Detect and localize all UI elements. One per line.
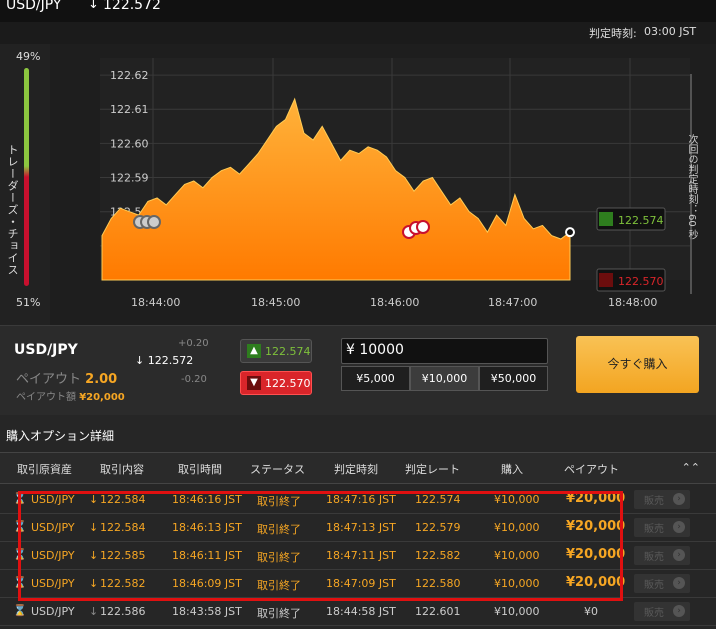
payamt-value: ¥20,000 xyxy=(79,392,125,403)
col-asset: 取引原資産 xyxy=(17,463,72,476)
preset-5000-button[interactable]: ¥5,000 xyxy=(341,366,410,391)
sell-button[interactable]: 販売 › xyxy=(634,518,690,537)
sell-button[interactable]: 販売 › xyxy=(634,602,690,621)
section-title: 購入オプション詳細 xyxy=(6,429,115,443)
chart-panel: 判定時刻: 03:00 JST 49% トレーダーズ・チョイス 51% 122.… xyxy=(0,22,716,325)
payout-value: 2.00 xyxy=(85,372,118,387)
purchase-panel: USD/JPY ペイアウト 2.00 ペイアウト額 ¥20,000 ↓ 122.… xyxy=(0,325,716,415)
asset-pair: USD/JPY xyxy=(6,0,62,13)
collapse-icon[interactable]: ⌃⌃ xyxy=(682,461,700,474)
info-pair: USD/JPY xyxy=(14,342,78,358)
arrow-up-icon: ▲ xyxy=(247,344,261,358)
gauge-top-pct: 49% xyxy=(16,50,41,63)
current-point xyxy=(565,227,575,238)
hourglass-icon: ⌛ xyxy=(13,576,27,589)
x-tick-label: 18:46:00 xyxy=(370,296,419,309)
trade-table: ⌛ USD/JPY ↓ 122.584 18:46:16 JST 取引終了 18… xyxy=(0,486,716,626)
down-arrow-icon: ↓ xyxy=(88,0,99,12)
arrow-up-icon xyxy=(599,212,613,226)
top-bar: USD/JPY ↓ 122.572 xyxy=(0,0,716,22)
table-row: ⌛ USD/JPY ↓ 122.584 18:46:16 JST 取引終了 18… xyxy=(0,486,716,514)
arrow-right-icon: › xyxy=(673,577,685,589)
payamt-label: ペイアウト額 xyxy=(16,392,76,403)
arrow-down-icon: ▼ xyxy=(247,376,261,390)
hourglass-icon: ⌛ xyxy=(13,520,27,533)
col-status: ステータス xyxy=(250,463,305,476)
traders-choice-gauge: 49% トレーダーズ・チョイス 51% xyxy=(0,44,50,325)
high-button[interactable]: ▲ 122.574 xyxy=(240,339,312,363)
price-chart: 122.62122.61122.60122.59122.58122.5718:4… xyxy=(50,44,716,325)
sell-button[interactable]: 販売 › xyxy=(634,546,690,565)
info-current-rate: ↓ 122.572 xyxy=(135,354,193,367)
y-tick-label: 122.61 xyxy=(110,103,149,116)
x-tick-label: 18:44:00 xyxy=(131,296,180,309)
gauge-bar xyxy=(24,68,29,286)
table-row: ⌛ USD/JPY ↓ 122.586 18:43:58 JST 取引終了 18… xyxy=(0,598,716,626)
offset-down: -0.20 xyxy=(181,374,207,385)
table-row: ⌛ USD/JPY ↓ 122.585 18:46:11 JST 取引終了 18… xyxy=(0,542,716,570)
payout-rate: ペイアウト 2.00 xyxy=(16,368,117,387)
hourglass-icon: ⌛ xyxy=(13,492,27,505)
table-row: ⌛ USD/JPY ↓ 122.582 18:46:09 JST 取引終了 18… xyxy=(0,570,716,598)
buy-now-button[interactable]: 今すぐ購入 xyxy=(576,336,699,393)
arrow-right-icon: › xyxy=(673,549,685,561)
sell-button[interactable]: 販売 › xyxy=(634,574,690,593)
down-marker-label: 122.570 xyxy=(618,275,664,288)
col-content: 取引内容 xyxy=(100,463,144,476)
offset-up: +0.20 xyxy=(178,338,209,349)
gauge-label: トレーダーズ・チョイス xyxy=(6,144,19,276)
y-tick-label: 122.60 xyxy=(110,137,149,150)
col-buy: 購入 xyxy=(501,463,523,476)
table-row: ⌛ USD/JPY ↓ 122.584 18:46:13 JST 取引終了 18… xyxy=(0,514,716,542)
up-marker-label: 122.574 xyxy=(618,214,664,227)
arrow-right-icon: › xyxy=(673,493,685,505)
rate-value: 122.572 xyxy=(147,354,194,367)
judge-time-bar: 判定時刻: 03:00 JST xyxy=(0,22,716,44)
down-arrow-icon: ↓ xyxy=(135,354,145,367)
payout-label: ペイアウト xyxy=(16,372,82,387)
y-tick-label: 122.62 xyxy=(110,69,149,82)
amount-input[interactable]: ¥ 10000 xyxy=(341,338,548,364)
hourglass-icon: ⌛ xyxy=(13,604,27,617)
x-tick-label: 18:48:00 xyxy=(608,296,657,309)
trade-marker-gray xyxy=(147,215,161,229)
hourglass-icon: ⌛ xyxy=(13,548,27,561)
preset-50000-button[interactable]: ¥50,000 xyxy=(479,366,548,391)
sell-button[interactable]: 販売 › xyxy=(634,490,690,509)
y-tick-label: 122.59 xyxy=(110,172,149,185)
arrow-right-icon: › xyxy=(673,521,685,533)
col-judge-rate: 判定レート xyxy=(405,463,460,476)
trade-marker-red xyxy=(416,220,430,234)
arrow-right-icon: › xyxy=(673,605,685,617)
judge-time-value: 03:00 JST xyxy=(644,25,697,38)
payout-amount: ペイアウト額 ¥20,000 xyxy=(16,388,125,403)
col-judge: 判定時刻 xyxy=(334,463,378,476)
arrow-down-icon xyxy=(599,273,613,287)
x-tick-label: 18:47:00 xyxy=(488,296,537,309)
table-header: 取引原資産 取引内容 取引時間 ステータス 判定時刻 判定レート 購入 ペイアウ… xyxy=(0,452,716,484)
judge-time-label: 判定時刻: xyxy=(589,27,637,40)
gauge-bottom-pct: 51% xyxy=(16,296,41,309)
current-rate: 122.572 xyxy=(103,0,161,13)
preset-10000-button[interactable]: ¥10,000 xyxy=(410,366,479,391)
col-time: 取引時間 xyxy=(178,463,222,476)
col-payout: ペイアウト xyxy=(564,463,619,476)
low-button[interactable]: ▼ 122.570 xyxy=(240,371,312,395)
amount-presets: ¥5,000 ¥10,000 ¥50,000 xyxy=(341,366,548,391)
x-tick-label: 18:45:00 xyxy=(251,296,300,309)
next-judge-label: 次回の判定時刻：60 秒 xyxy=(686,134,697,240)
